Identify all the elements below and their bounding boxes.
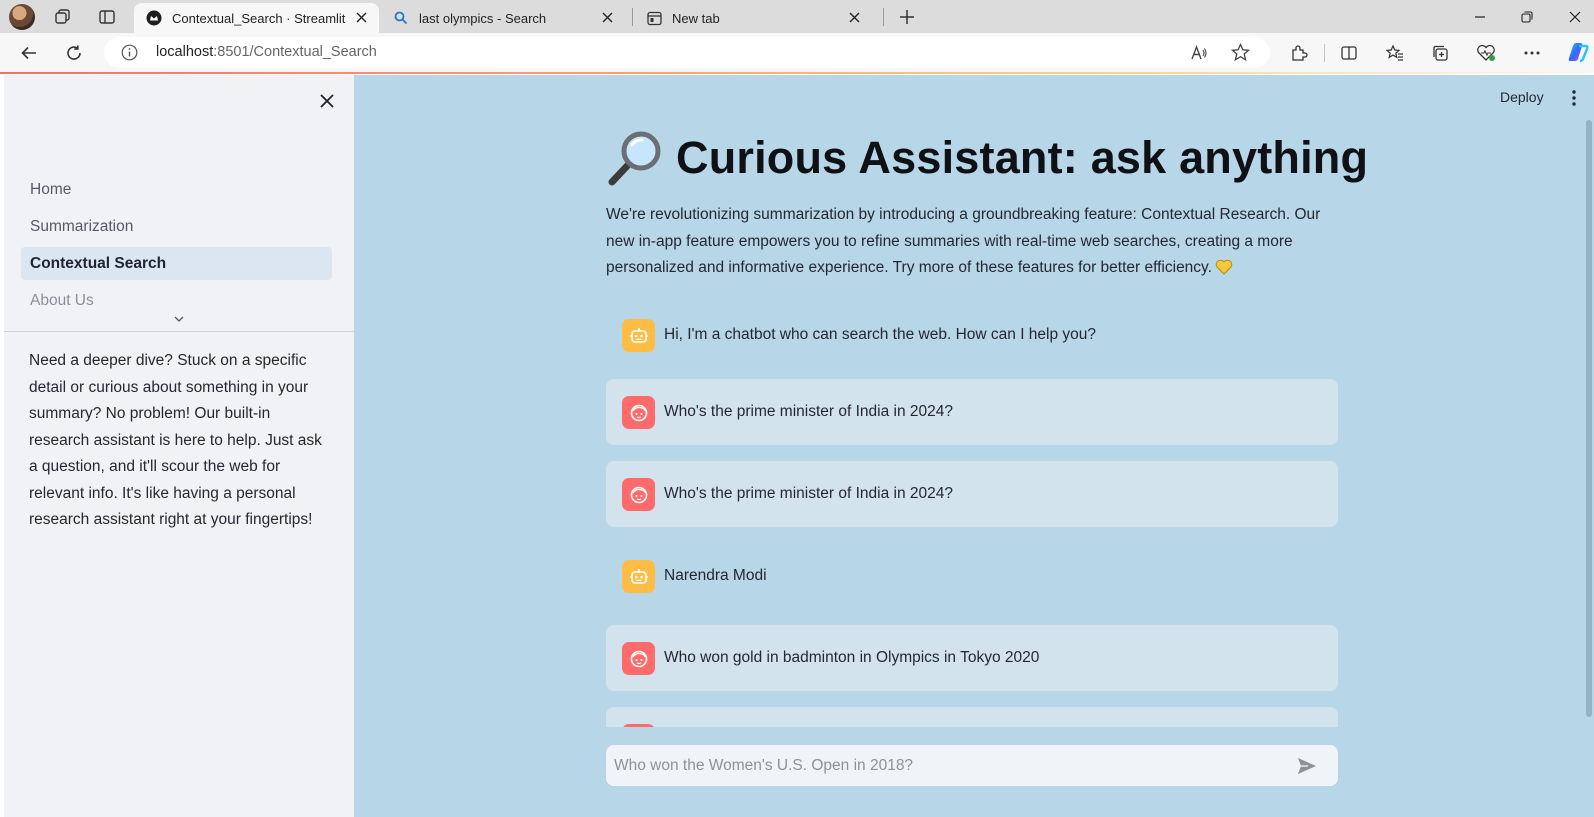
main-content: Deploy Curious Assistant: ask anything W… (354, 75, 1594, 817)
user-face-avatar-icon (622, 642, 655, 675)
user-face-avatar-icon (622, 478, 655, 511)
nav-item-summarization[interactable]: Summarization (21, 210, 332, 243)
browser-toolbar: localhost:8501/Contextual_Search (0, 33, 1594, 73)
extensions-icon[interactable] (1288, 42, 1310, 64)
magnifying-glass-icon (606, 129, 664, 187)
chat-message-user: Who's the prime minister of India in 202… (606, 379, 1338, 445)
read-aloud-icon[interactable] (1190, 44, 1208, 62)
split-screen-icon[interactable] (1338, 42, 1360, 64)
close-tab-icon[interactable] (599, 9, 615, 25)
favorites-icon[interactable] (1384, 42, 1406, 64)
close-window-icon[interactable] (1564, 6, 1586, 28)
site-info-icon[interactable] (121, 44, 138, 61)
page-load-gradient (0, 72, 1594, 74)
robot-avatar-icon (622, 319, 655, 352)
browser-tab-strip: Contextual_Search · Streamlit last olymp… (0, 0, 1594, 33)
yellow-heart-icon (1215, 258, 1233, 275)
chat-message-clip (606, 707, 1338, 727)
new-tab-plus-icon[interactable] (897, 7, 917, 27)
more-options-icon[interactable] (1521, 42, 1543, 64)
url-text[interactable]: localhost:8501/Contextual_Search (156, 44, 377, 60)
sidebar: Home Summarization Contextual Search Abo… (4, 75, 354, 817)
sidebar-divider (4, 331, 354, 332)
chat-message-text: Who's the prime minister of India in 202… (664, 485, 953, 502)
tab-title: last olympics - Search (419, 10, 547, 26)
search-icon (393, 10, 409, 26)
scrollbar[interactable] (1586, 120, 1592, 717)
intro-paragraph: We're revolutionizing summarization by i… (606, 202, 1330, 282)
chat-message-user: Who's the prime minister of India in 202… (606, 461, 1338, 527)
close-tab-icon[interactable] (353, 9, 369, 25)
nav-item-home[interactable]: Home (21, 173, 332, 206)
tab-title: New tab (672, 10, 720, 26)
streamlit-crown-icon (146, 10, 162, 26)
browser-essentials-icon[interactable] (1475, 42, 1497, 64)
chat-message-assistant: Hi, I'm a chatbot who can search the web… (606, 302, 1338, 368)
close-sidebar-icon[interactable] (315, 89, 339, 113)
workspaces-icon[interactable] (53, 7, 73, 27)
chat-message-text: Who won gold in badminton in Olympics in… (664, 649, 1040, 666)
chevron-down-icon[interactable] (172, 312, 186, 326)
nav-item-label: Summarization (30, 217, 134, 235)
sidebar-description: Need a deeper dive? Stuck on a specific … (29, 352, 322, 528)
collections-icon[interactable] (1429, 42, 1451, 64)
main-menu-icon[interactable] (1566, 87, 1582, 109)
page-title: Curious Assistant: ask anything (676, 132, 1369, 183)
send-icon[interactable] (1296, 755, 1318, 777)
toolbar-divider (1324, 44, 1325, 62)
page-nav: Home Summarization Contextual Search Abo… (21, 173, 332, 321)
user-face-avatar-icon (622, 724, 655, 727)
nav-item-label: About Us (30, 291, 94, 309)
chat-message-text: Who's the prime minister of India in 202… (664, 403, 953, 420)
tab-separator (632, 8, 633, 26)
nav-item-label: Contextual Search (30, 254, 167, 272)
favorite-star-icon[interactable] (1230, 42, 1251, 62)
tab-separator (883, 8, 884, 26)
chat-message-text: Hi, I'm a chatbot who can search the web… (664, 326, 1097, 343)
chat-input[interactable] (614, 745, 1284, 786)
robot-avatar-icon (622, 560, 655, 593)
copilot-icon[interactable] (1566, 40, 1590, 64)
deploy-button[interactable]: Deploy (1500, 89, 1544, 105)
restore-icon[interactable] (1516, 6, 1538, 28)
chat-message-user (606, 707, 1338, 727)
refresh-icon[interactable] (63, 42, 85, 64)
intro-text: We're revolutionizing summarization by i… (606, 206, 1321, 276)
chat-message-assistant: Narendra Modi (606, 543, 1338, 609)
tab-actions-icon[interactable] (97, 7, 117, 27)
address-bar[interactable]: localhost:8501/Contextual_Search (104, 37, 1270, 68)
tab-new-tab[interactable]: New tab (634, 3, 872, 33)
minimize-icon[interactable] (1469, 6, 1491, 28)
back-arrow-icon[interactable] (18, 42, 40, 64)
newtab-icon (646, 10, 662, 26)
user-face-avatar-icon (622, 396, 655, 429)
tab-contextual-search[interactable]: Contextual_Search · Streamlit (134, 3, 379, 33)
chat-message-user: Who won gold in badminton in Olympics in… (606, 625, 1338, 691)
page-title-row: Curious Assistant: ask anything (606, 129, 1368, 187)
tab-last-olympics-search[interactable]: last olympics - Search (381, 3, 625, 33)
url-path: :8501/Contextual_Search (213, 44, 377, 60)
nav-item-contextual-search[interactable]: Contextual Search (21, 247, 332, 280)
profile-avatar[interactable] (9, 4, 35, 30)
tab-title: Contextual_Search · Streamlit (172, 10, 346, 26)
nav-item-label: Home (30, 180, 72, 198)
chat-message-text: Narendra Modi (664, 567, 767, 584)
chat-input-box (606, 745, 1338, 786)
url-host: localhost (156, 44, 214, 60)
close-tab-icon[interactable] (846, 9, 862, 25)
